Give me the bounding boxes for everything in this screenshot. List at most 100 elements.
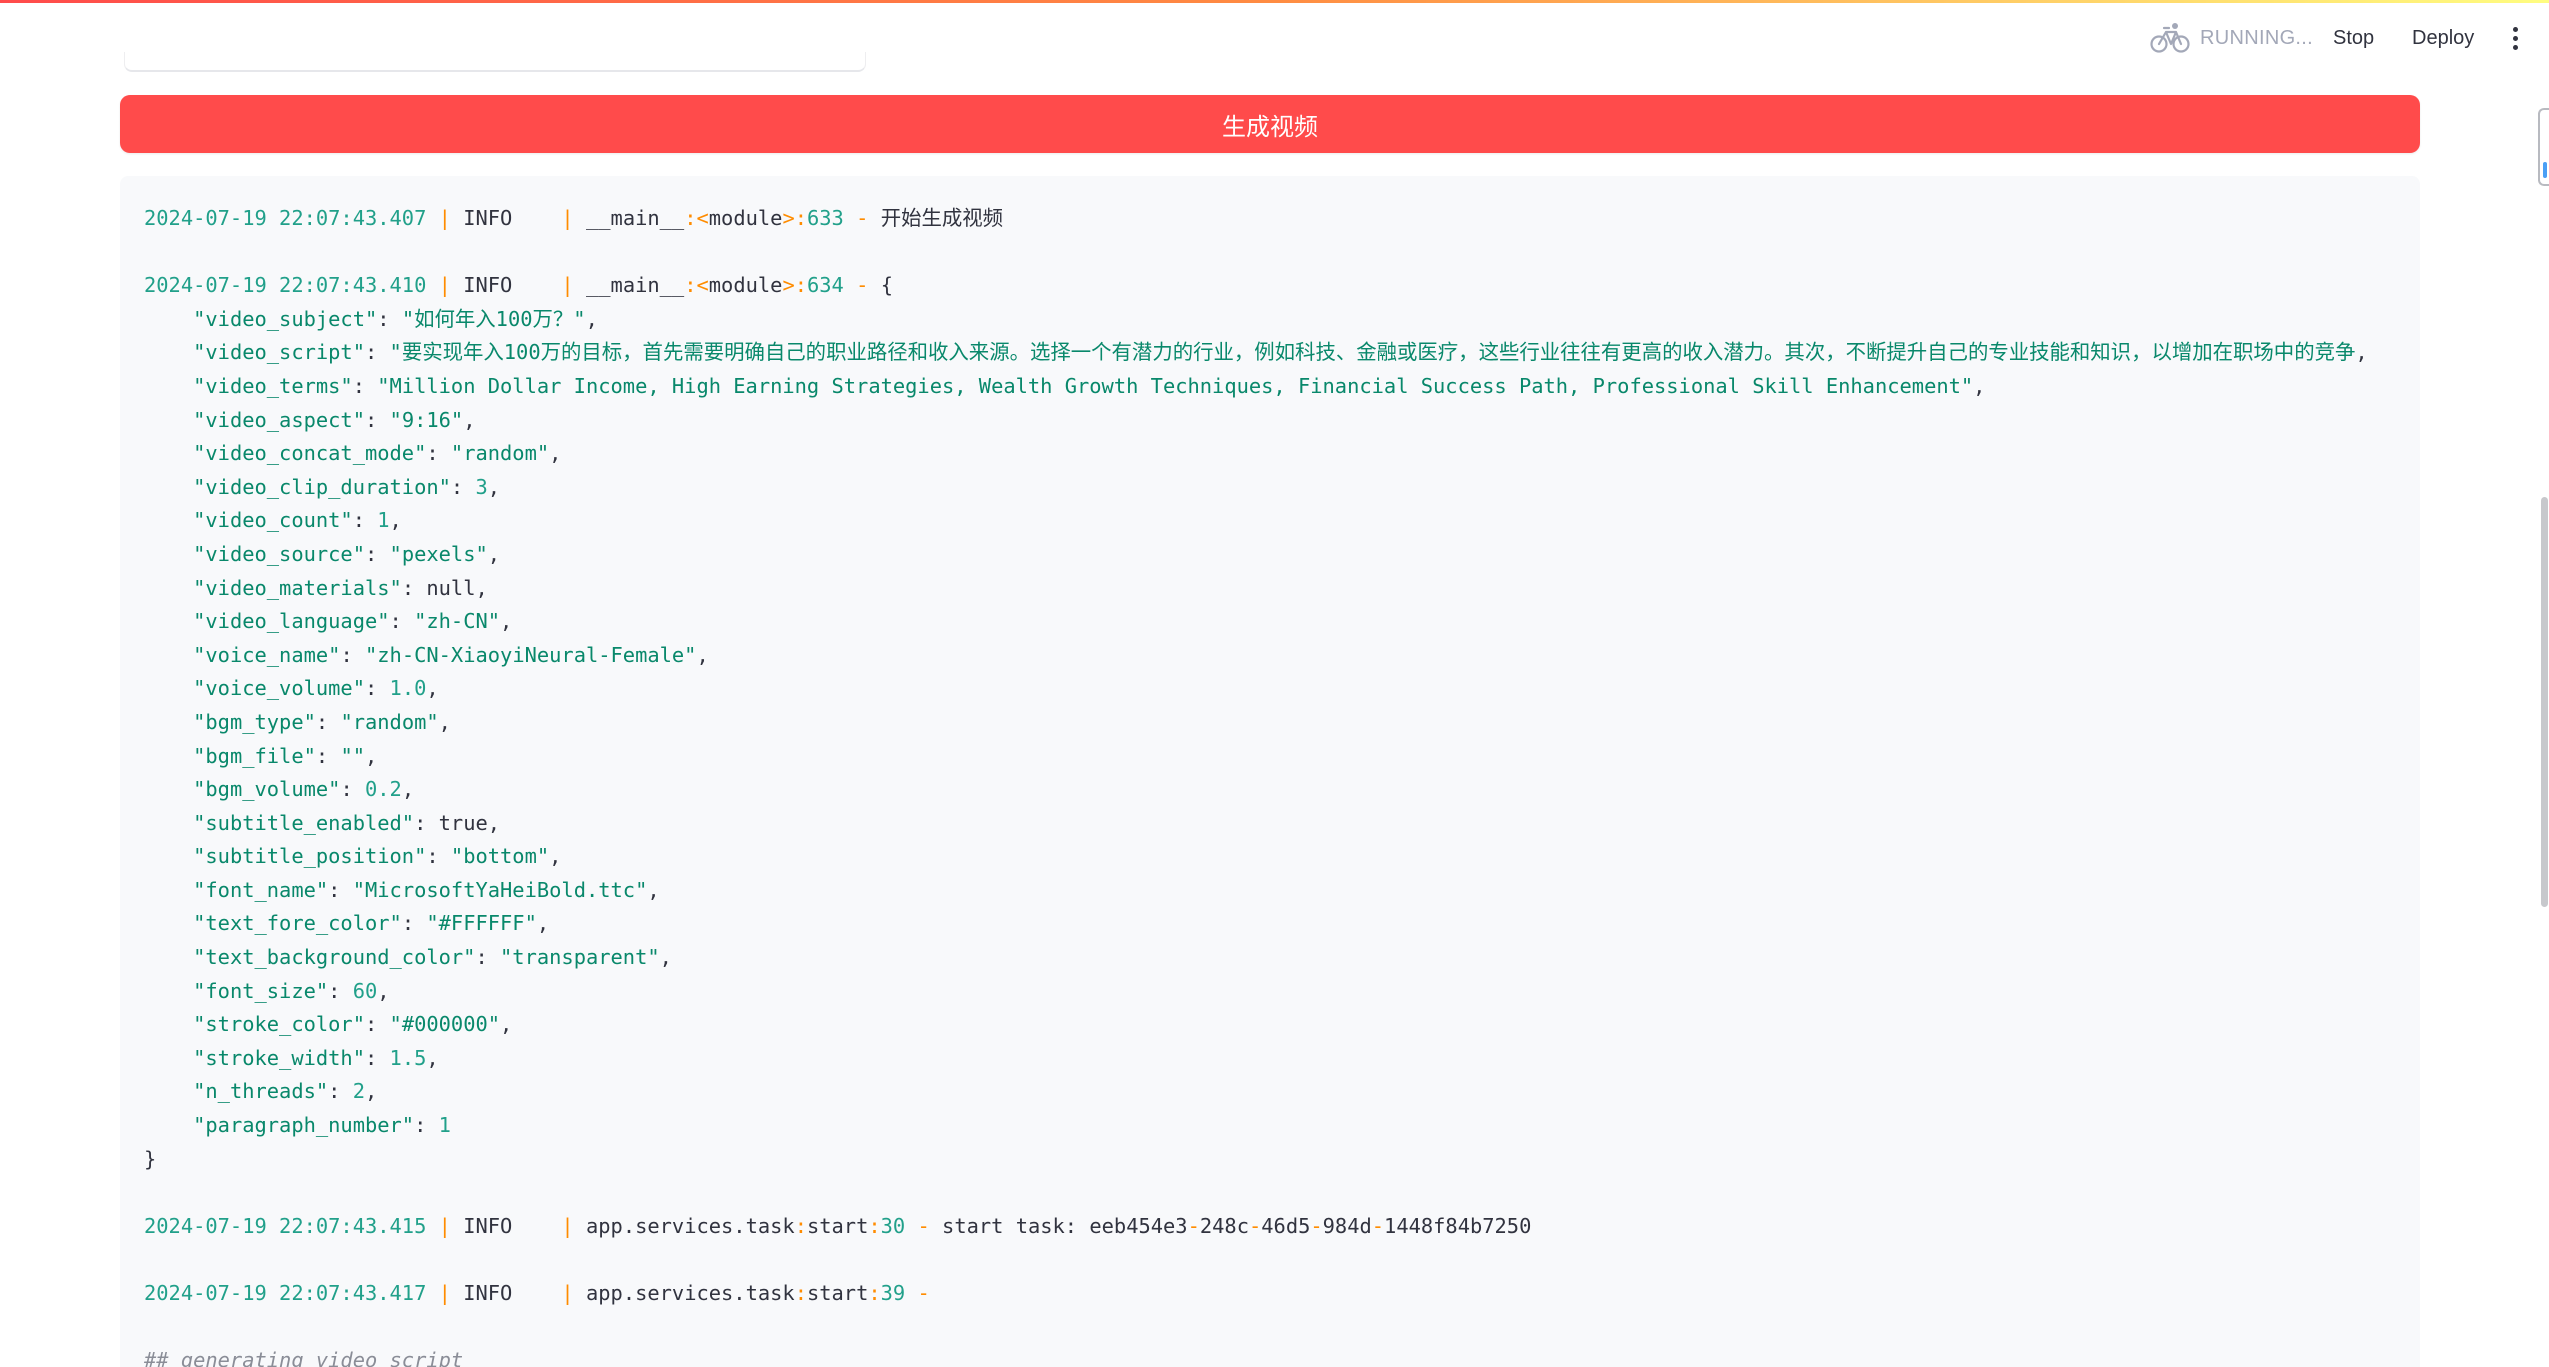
param-colon: : — [401, 911, 427, 936]
param-comma: , — [585, 306, 598, 331]
param-comma: , — [487, 810, 501, 835]
log-timestamp: 2024-07-19 22:07:43.417 — [144, 1281, 427, 1305]
log-level: INFO — [463, 1281, 562, 1305]
param-value: "pexels" — [389, 541, 488, 566]
param-line: "video_concat_mode": "random", — [144, 437, 2420, 471]
page-scrollbar-thumb[interactable] — [2541, 497, 2548, 907]
param-value: "random" — [340, 709, 439, 734]
param-colon: : — [377, 306, 402, 331]
param-key: "n_threads" — [193, 1079, 329, 1104]
param-key: "paragraph_number" — [193, 1113, 415, 1138]
log-separator: - — [1310, 1213, 1323, 1238]
log-separator: - — [917, 1281, 930, 1305]
log-location: module — [708, 206, 783, 230]
param-key: "video_language" — [193, 609, 390, 634]
param-line: "bgm_type": "random", — [144, 706, 2420, 740]
log-separator: : — [684, 273, 697, 298]
param-comma: , — [377, 978, 390, 1003]
log-line-number: 634 — [807, 273, 844, 298]
param-colon: : — [315, 743, 341, 768]
param-colon: : — [328, 877, 353, 902]
param-value: "bottom" — [450, 844, 550, 869]
log-output-panel: 2024-07-19 22:07:43.407 | INFO | __main_… — [120, 176, 2420, 1367]
status-label: RUNNING... — [2200, 26, 2313, 49]
log-separator: - — [856, 206, 869, 230]
task-id-part: 46d5 — [1261, 1213, 1311, 1238]
param-value: "MicrosoftYaHeiBold.ttc" — [352, 877, 648, 902]
log-module: __main__ — [585, 273, 685, 298]
param-line: "bgm_volume": 0.2, — [144, 773, 2420, 807]
log-line-number: 39 — [880, 1281, 906, 1305]
param-line: "video_clip_duration": 3, — [144, 471, 2420, 505]
param-colon: : — [364, 676, 390, 701]
main-menu-button[interactable] — [2506, 23, 2524, 53]
log-separator: - — [1371, 1213, 1385, 1238]
stop-button[interactable]: Stop — [2333, 23, 2374, 53]
log-location: start — [806, 1281, 869, 1305]
param-line: "video_count": 1, — [144, 504, 2420, 538]
param-comma: , — [549, 441, 562, 466]
param-value: 0.2 — [365, 777, 402, 802]
param-comma: , — [438, 709, 451, 734]
log-separator: : — [794, 1213, 807, 1238]
vertical-ellipsis-icon — [2512, 26, 2518, 32]
param-value: "Million Dollar Income, High Earning Str… — [377, 373, 1974, 398]
param-colon: : — [364, 541, 390, 566]
param-key: "bgm_volume" — [193, 777, 341, 802]
param-key: "text_fore_color" — [193, 911, 402, 936]
param-key: "video_script" — [193, 340, 365, 365]
log-separator: | — [561, 273, 574, 298]
param-comma: , — [500, 609, 513, 634]
param-key: "voice_name" — [193, 642, 341, 667]
param-key: "bgm_file" — [193, 743, 316, 768]
param-colon: : — [315, 709, 341, 734]
param-comma: , — [500, 1012, 513, 1037]
param-value: null — [426, 575, 476, 600]
log-separator: | — [561, 206, 574, 230]
param-comma: , — [696, 642, 709, 667]
param-key: "video_subject" — [193, 306, 378, 331]
log-message: { — [880, 273, 893, 298]
task-id-part: 248c — [1199, 1213, 1249, 1238]
log-timestamp: 2024-07-19 22:07:43.410 — [144, 273, 427, 298]
param-key: "video_source" — [193, 541, 365, 566]
param-comma: , — [549, 844, 562, 869]
param-colon: : — [426, 441, 451, 466]
param-key: "subtitle_enabled" — [193, 810, 415, 835]
log-timestamp: 2024-07-19 22:07:43.407 — [144, 206, 427, 230]
log-entry-line: 2024-07-19 22:07:43.417 | INFO | app.ser… — [144, 1277, 2420, 1311]
log-separator: > — [782, 273, 795, 298]
running-status: RUNNING... — [2150, 21, 2313, 55]
log-separator: : — [794, 1281, 807, 1305]
param-colon: : — [364, 340, 390, 365]
param-comma: , — [475, 575, 488, 600]
task-id-part: eeb454e3 — [1089, 1213, 1188, 1238]
log-blank-line — [144, 1311, 2420, 1345]
param-value: "#FFFFFF" — [426, 911, 537, 936]
param-comma: , — [2355, 340, 2368, 365]
param-line: "stroke_width": 1.5, — [144, 1042, 2420, 1076]
param-comma: , — [659, 945, 672, 970]
deploy-button[interactable]: Deploy — [2412, 23, 2474, 53]
param-colon: : — [340, 777, 365, 802]
log-separator: | — [561, 1213, 574, 1238]
param-colon: : — [352, 508, 378, 533]
param-line: "video_terms": "Million Dollar Income, H… — [144, 370, 2420, 404]
log-line-number: 633 — [807, 206, 844, 230]
param-key: "video_materials" — [193, 575, 402, 600]
param-colon: : — [389, 609, 415, 634]
log-location: module — [708, 273, 783, 298]
param-colon: : — [401, 575, 427, 600]
param-line: "video_materials": null, — [144, 572, 2420, 606]
param-key: "font_size" — [193, 978, 329, 1003]
generate-video-button[interactable]: 生成视频 — [120, 95, 2420, 153]
param-line: "bgm_file": "", — [144, 740, 2420, 774]
text-input-bottom-edge[interactable] — [124, 52, 866, 72]
log-separator: | — [561, 1281, 574, 1305]
log-line-number: 30 — [880, 1213, 906, 1238]
param-colon: : — [426, 844, 451, 869]
param-line: "video_script": "要实现年入100万的目标，首先需要明确自己的职… — [144, 336, 2420, 370]
log-separator: | — [438, 1213, 451, 1238]
param-value: 1.0 — [389, 676, 427, 701]
log-blank-line — [144, 1243, 2420, 1277]
